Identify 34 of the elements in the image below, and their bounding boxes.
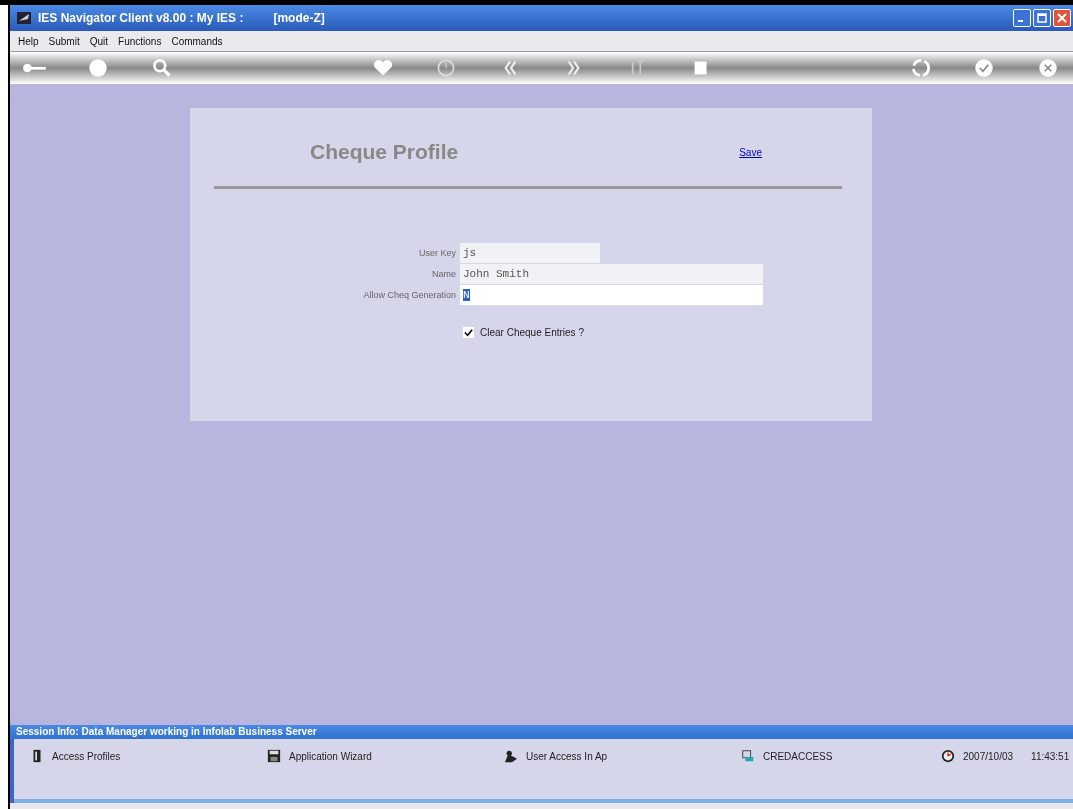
close-icon <box>1057 13 1067 23</box>
checkbox-label: Clear Cheque Entries ? <box>480 327 584 338</box>
field-label: User Key <box>418 248 456 258</box>
network-icon <box>741 749 755 763</box>
checkbox[interactable] <box>463 327 474 338</box>
status-time: 11:43:51 <box>1031 750 1070 762</box>
maximize-button[interactable] <box>1033 9 1051 27</box>
input-field[interactable]: js <box>460 243 600 263</box>
input-field[interactable]: John Smith <box>460 264 763 284</box>
mode-label: [mode-Z] <box>273 11 325 25</box>
menu-item[interactable]: Quit <box>89 35 109 47</box>
minimize-icon <box>1017 20 1023 22</box>
maximize-icon <box>1037 13 1047 23</box>
minimize-button[interactable] <box>1013 9 1031 27</box>
session-info-bar: Session Info: Data Manager working in Infolab Business Server <box>10 725 1073 739</box>
menu-item[interactable]: Commands <box>171 35 223 47</box>
field-label: Name <box>431 269 456 279</box>
user-icon <box>504 749 518 763</box>
close-button[interactable] <box>1053 9 1071 27</box>
clock-icon <box>941 749 955 763</box>
status-item[interactable]: CREDACCESS <box>763 750 833 762</box>
form-title: Cheque Profile <box>310 140 459 164</box>
status-date: 2007/10/03 <box>963 750 1014 762</box>
input-field[interactable]: N <box>460 285 763 305</box>
status-item[interactable]: User Access In Ap <box>526 750 608 762</box>
field-label: Allow Cheq Generation <box>362 290 456 300</box>
app-icon <box>16 10 32 26</box>
status-item[interactable]: Access Profiles <box>52 750 121 762</box>
menu-item[interactable]: Submit <box>48 35 80 47</box>
menu-item[interactable]: Functions <box>118 35 162 47</box>
save-link[interactable]: Save <box>739 146 762 158</box>
window-title: IES Navigator Client v8.00 : My IES : <box>38 11 244 25</box>
menu-item[interactable]: Help <box>18 35 39 47</box>
status-item[interactable]: Application Wizard <box>289 750 372 762</box>
